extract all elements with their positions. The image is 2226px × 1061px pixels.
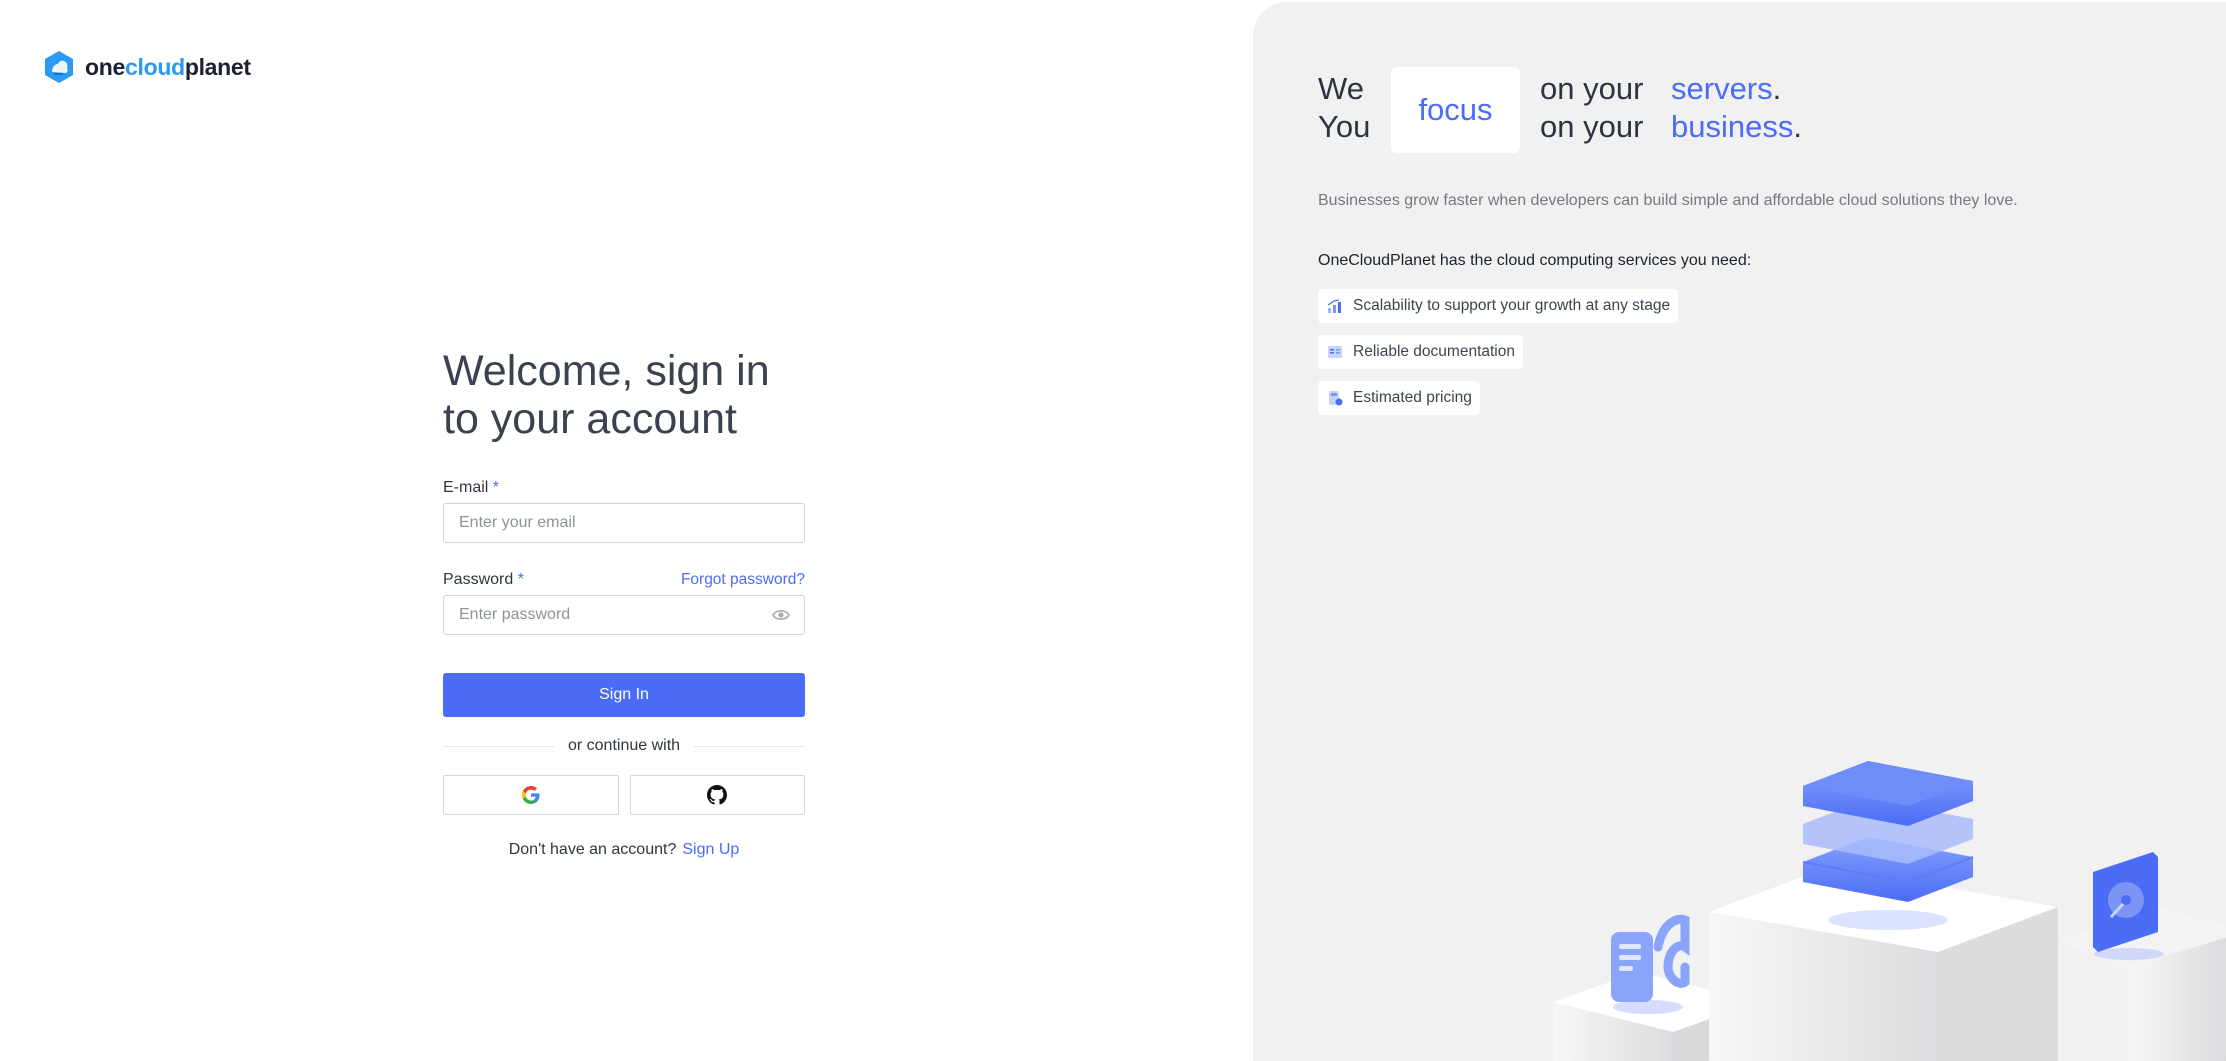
social-login [443,775,805,815]
password-placeholder: Enter password [459,606,571,623]
password-label-row: Password * Forgot password? [443,567,805,589]
no-account-text: Don't have an account? [508,841,677,858]
github-icon [707,785,728,805]
email-label-row: E-mail * [443,475,805,497]
brand-logo[interactable]: onecloudplanet [43,50,251,84]
email-field[interactable]: Enter your email [443,503,805,543]
cloud-logo-icon [45,51,73,83]
promo-panel: We You focus on your on your servers. bu… [1253,2,2226,1061]
signin-button[interactable]: Sign In [443,673,805,717]
signin-form: Welcome, sign in to your account E-mail … [443,347,805,859]
password-field[interactable]: Enter password [443,595,805,635]
google-signin-button[interactable] [443,775,619,815]
forgot-password-link[interactable]: Forgot password? [681,571,805,589]
github-signin-button[interactable] [629,775,805,815]
page-title: Welcome, sign in to your account [443,347,770,443]
email-label: E-mail * [443,479,500,496]
google-icon [521,786,540,804]
signup-link[interactable]: Sign Up [682,841,739,858]
divider-label: or continue with [567,737,681,754]
email-placeholder: Enter your email [459,514,576,531]
password-label: Password * [443,571,524,588]
signup-row: Don't have an account? Sign Up [443,841,805,859]
brand-name: onecloudplanet [85,53,251,80]
eye-icon[interactable] [772,608,790,622]
continue-divider: or continue with [443,737,805,755]
cloud-servers-illustration [1553,761,2226,1061]
